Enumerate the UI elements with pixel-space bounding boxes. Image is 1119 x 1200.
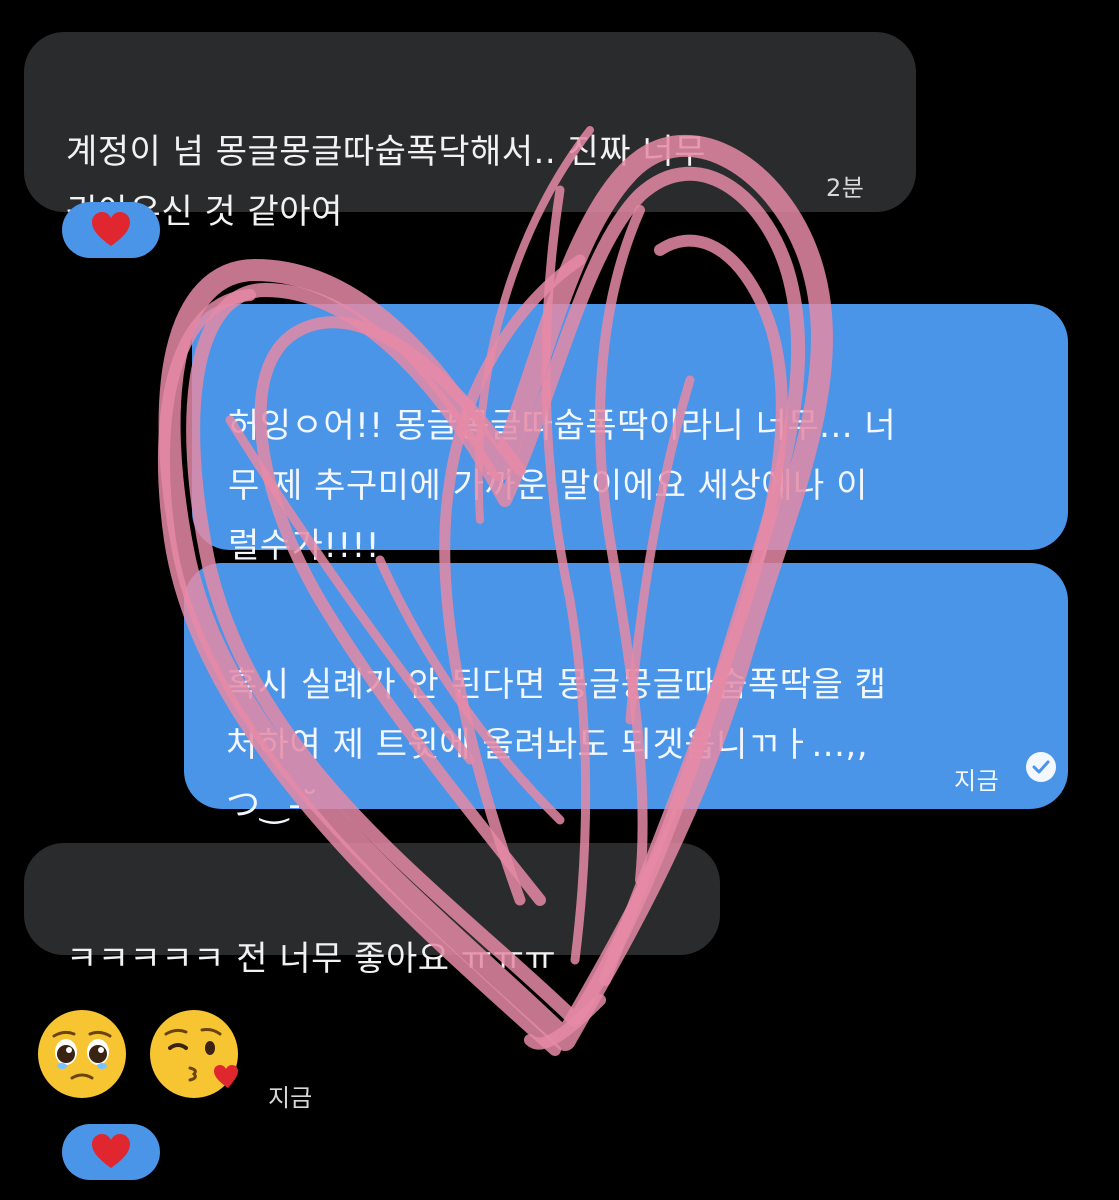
message-timestamp: 2분 (826, 174, 865, 202)
pleading-face-icon (38, 1010, 126, 1098)
incoming-message-2[interactable]: ㅋㅋㅋㅋㅋ 전 너무 좋아요 ㅠㅠㅠ (24, 843, 720, 979)
outgoing-message-2[interactable]: 혹시 실례가 안 된다면 몽글몽글따숩폭딱을 캡 처하여 제 트윗에 올려놔도 … (184, 563, 1068, 825)
kiss-face-emoji[interactable] (148, 1008, 244, 1104)
outgoing-message-1[interactable]: 허잉ㅇ어!! 몽글몽글따숩폭딱이라니 너무... 너 무 제 추구미에 가까운 … (192, 304, 1068, 566)
heart-icon (92, 212, 130, 246)
heart-icon (92, 1134, 130, 1168)
message-text: 혹시 실례가 안 된다면 몽글몽글따숩폭딱을 캡 처하여 제 트윗에 올려놔도 … (226, 665, 887, 825)
heart-reaction-2[interactable] (62, 1124, 160, 1180)
message-text: 허잉ㅇ어!! 몽글몽글따숩폭딱이라니 너무... 너 무 제 추구미에 가까운 … (228, 406, 897, 566)
message-timestamp: 지금 (268, 1084, 313, 1112)
message-text: ㅋㅋㅋㅋㅋ 전 너무 좋아요 ㅠㅠㅠ (66, 939, 557, 979)
heart-reaction-1[interactable] (62, 202, 160, 258)
message-timestamp: 지금 (954, 767, 1000, 795)
face-blowing-kiss-icon (150, 1010, 238, 1098)
message-text: 계정이 넘 몽글몽글따숩폭닥해서.. 진짜 너무 귀야우신 것 같아여 (66, 132, 706, 232)
pleading-face-emoji[interactable] (36, 1008, 128, 1104)
read-check-icon (1026, 752, 1056, 782)
incoming-message-1[interactable]: 계정이 넘 몽글몽글따숩폭닥해서.. 진짜 너무 귀야우신 것 같아여 2분 (24, 32, 916, 232)
